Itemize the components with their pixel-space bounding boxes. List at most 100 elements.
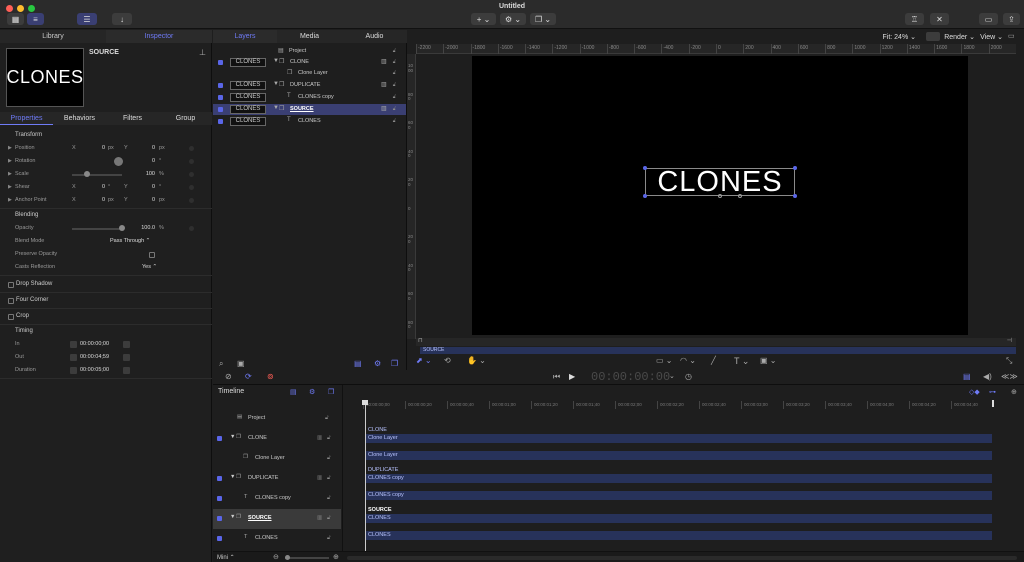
- tab-audio[interactable]: Audio: [342, 30, 407, 43]
- play-icon[interactable]: ▶: [569, 372, 575, 381]
- mask-tool-icon[interactable]: ▣ ⌄: [760, 356, 776, 365]
- lock-icon[interactable]: 🔓︎: [327, 435, 331, 442]
- keyframe-dot-icon[interactable]: [189, 172, 194, 177]
- timing-out-increment[interactable]: [123, 354, 130, 361]
- add-filter-icon[interactable]: ❐: [328, 388, 334, 396]
- opacity-value[interactable]: 100.0: [134, 225, 155, 231]
- bezier-tool-icon[interactable]: ◠ ⌄: [680, 356, 696, 365]
- track-visibility-checkbox[interactable]: [217, 516, 222, 521]
- layer-row-clone[interactable]: CLONES ▼ ❐ CLONE ▥ 🔓︎: [213, 57, 406, 68]
- position-x-value[interactable]: 0: [90, 145, 105, 151]
- layer-visibility-checkbox[interactable]: [218, 83, 223, 88]
- timeline-row-clone[interactable]: ▼ ❐ CLONE ▥ 🔓︎: [213, 429, 341, 449]
- lock-icon[interactable]: 🔓︎: [327, 475, 331, 482]
- fit-zoom-select[interactable]: Fit: 24% ⌄: [883, 33, 917, 41]
- add-group-icon[interactable]: ▤: [354, 359, 362, 368]
- pin-icon[interactable]: ⊥: [199, 48, 206, 57]
- tab-media[interactable]: Media: [277, 30, 342, 43]
- scale-slider[interactable]: [72, 174, 122, 176]
- track-visibility-checkbox[interactable]: [217, 496, 222, 501]
- timing-duration-value[interactable]: 00:00:05;00: [80, 367, 120, 373]
- blend-mode-select[interactable]: Pass Through ⌃: [110, 238, 162, 244]
- timing-duration-increment[interactable]: [123, 367, 130, 374]
- show-layers-button[interactable]: ☰: [77, 13, 97, 25]
- shear-x-value[interactable]: 0: [90, 184, 105, 190]
- render-menu[interactable]: Render ⌄: [944, 33, 975, 41]
- keyframe-dot-icon[interactable]: [189, 146, 194, 151]
- rotation-value[interactable]: 0: [140, 158, 155, 164]
- timeline-row-source[interactable]: ▼ ❐ SOURCE ▥ 🔓︎: [213, 509, 341, 529]
- keyframe-dot-icon[interactable]: [189, 226, 194, 231]
- track-bar-clones-copy[interactable]: CLONES copy: [366, 491, 992, 500]
- lock-icon[interactable]: 🔓︎: [327, 455, 331, 462]
- color-channel-button[interactable]: [926, 32, 940, 41]
- shear-y-value[interactable]: 0: [140, 184, 155, 190]
- stack-icon[interactable]: ▥: [381, 105, 387, 112]
- lock-icon[interactable]: 🔓︎: [327, 495, 331, 502]
- position-y-value[interactable]: 0: [140, 145, 155, 151]
- disclosure-triangle-icon[interactable]: ▶: [8, 158, 12, 164]
- drop-shadow-checkbox[interactable]: [8, 282, 14, 288]
- playhead-handle[interactable]: [362, 400, 368, 405]
- timing-in-value[interactable]: 00:00:00;00: [80, 341, 120, 347]
- layer-visibility-checkbox[interactable]: [218, 60, 223, 65]
- show-library-button[interactable]: ▦: [7, 13, 24, 25]
- tab-inspector[interactable]: Inspector: [106, 30, 212, 43]
- layer-row-clones-copy[interactable]: CLONES T CLONES copy 🔓︎: [213, 92, 406, 103]
- timeline-size-select[interactable]: Mini ⌃: [217, 554, 235, 561]
- timeline-row-duplicate[interactable]: ▼ ❐ DUPLICATE ▥ 🔓︎: [213, 469, 341, 489]
- timeline-horizontal-scrollbar[interactable]: [347, 556, 1017, 560]
- mini-timeline-bar[interactable]: SOURCE: [420, 347, 1016, 354]
- record-icon[interactable]: ⊚: [267, 372, 274, 381]
- rotation-dial[interactable]: [114, 157, 123, 166]
- audio-icon[interactable]: ◀): [983, 372, 992, 381]
- track-visibility-checkbox[interactable]: [217, 476, 222, 481]
- timing-in-decrement[interactable]: [70, 341, 77, 348]
- track-bar-clone-layer[interactable]: Clone Layer: [366, 451, 992, 460]
- opacity-slider-thumb[interactable]: [119, 225, 125, 231]
- add-filter-button[interactable]: ❐ ⌄: [530, 13, 556, 25]
- adjust-tool-icon[interactable]: ⟲: [444, 356, 451, 365]
- zoom-icon[interactable]: ⊕: [1011, 388, 1017, 396]
- scale-slider-thumb[interactable]: [84, 171, 90, 177]
- keyframe-dot-icon[interactable]: [189, 185, 194, 190]
- expand-icon[interactable]: ⤡: [1006, 356, 1012, 366]
- select-tool-icon[interactable]: ⬈ ⌄: [416, 356, 432, 365]
- timing-out-value[interactable]: 00:00:04;59: [80, 354, 120, 360]
- track-bar-source[interactable]: CLONES: [366, 514, 992, 523]
- selection-handle[interactable]: [793, 166, 797, 170]
- anchor-y-value[interactable]: 0: [140, 197, 155, 203]
- mute-icon[interactable]: ⊘: [225, 372, 232, 381]
- timeline-row-clone-layer[interactable]: ❐ Clone Layer 🔓︎: [213, 449, 341, 469]
- disclosure-triangle-icon[interactable]: ▼: [230, 434, 235, 440]
- selection-handle[interactable]: [643, 194, 647, 198]
- clock-icon[interactable]: ◷: [685, 372, 692, 381]
- lock-icon[interactable]: 🔓︎: [393, 106, 396, 112]
- timeline-row-clones-copy[interactable]: T CLONES copy 🔓︎: [213, 489, 341, 509]
- add-object-button[interactable]: + ⌄: [471, 13, 496, 25]
- selection-handle[interactable]: [643, 166, 647, 170]
- timing-out-decrement[interactable]: [70, 354, 77, 361]
- track-bar-clone[interactable]: Clone Layer: [366, 434, 992, 443]
- lock-icon[interactable]: 🔓︎: [325, 415, 329, 422]
- scale-value[interactable]: 100: [138, 171, 155, 177]
- crop-checkbox[interactable]: [8, 314, 14, 320]
- layer-visibility-checkbox[interactable]: [218, 107, 223, 112]
- playhead-icon[interactable]: ⊓: [418, 337, 423, 344]
- layer-row-clones[interactable]: CLONES T CLONES 🔓︎: [213, 116, 406, 127]
- add-filter-icon[interactable]: ❐: [391, 359, 398, 368]
- disclosure-triangle-icon[interactable]: ▼: [230, 474, 235, 480]
- canvas-text-object[interactable]: CLONES: [645, 168, 795, 197]
- lock-icon[interactable]: 🔓︎: [393, 70, 396, 76]
- opacity-slider[interactable]: [72, 228, 122, 230]
- out-point-icon[interactable]: ⊣: [1007, 337, 1012, 344]
- stack-icon[interactable]: ▥: [381, 58, 387, 65]
- timeline-ruler[interactable]: 00:00:00;00 00:00:00;20 00:00:00;40 00:00:0…: [363, 401, 1003, 410]
- anchor-x-value[interactable]: 0: [90, 197, 105, 203]
- shape-tool-icon[interactable]: ▭ ⌄: [656, 356, 672, 365]
- disclosure-triangle-icon[interactable]: ▶: [8, 184, 12, 190]
- thumbnail-toggle-icon[interactable]: ▣: [237, 359, 245, 368]
- tab-group[interactable]: Group: [159, 112, 212, 125]
- disclosure-triangle-icon[interactable]: ▼: [230, 514, 235, 520]
- timecode-display[interactable]: 00:00:00:00: [591, 370, 670, 384]
